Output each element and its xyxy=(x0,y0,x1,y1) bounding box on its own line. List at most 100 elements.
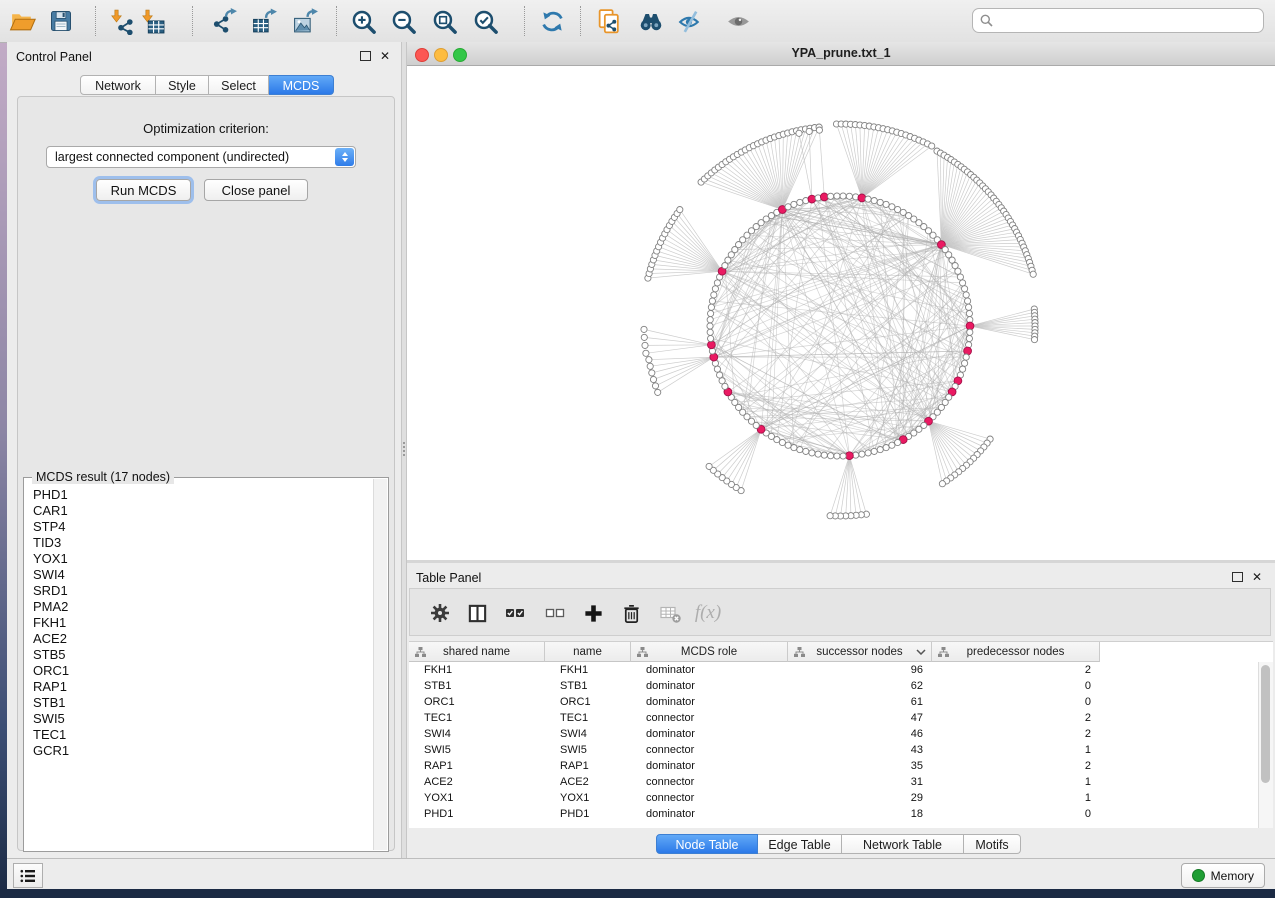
export-image-button[interactable] xyxy=(288,4,322,38)
mcds-result-scrollbar[interactable] xyxy=(373,479,387,850)
table-row[interactable]: RAP1RAP1dominator352 xyxy=(409,758,1100,774)
graph-node[interactable] xyxy=(966,304,972,310)
run-mcds-button[interactable]: Run MCDS xyxy=(96,179,191,201)
refresh-button[interactable] xyxy=(535,4,569,38)
graph-node[interactable] xyxy=(791,445,797,451)
graph-leaf-node[interactable] xyxy=(827,513,833,519)
network-title-bar[interactable]: YPA_prune.txt_1 xyxy=(407,42,1275,66)
export-network-button[interactable] xyxy=(207,4,241,38)
open-file-button[interactable] xyxy=(5,4,39,38)
table-scrollbar[interactable] xyxy=(1258,662,1273,828)
tab-style[interactable]: Style xyxy=(156,75,209,95)
graph-node[interactable] xyxy=(717,372,723,378)
zoom-selected-button[interactable] xyxy=(468,4,502,38)
table-row[interactable]: ACE2ACE2connector311 xyxy=(409,774,1100,790)
close-panel-button[interactable]: Close panel xyxy=(204,179,308,201)
first-neighbors-button[interactable] xyxy=(634,4,668,38)
mcds-result-item[interactable]: PMA2 xyxy=(33,599,374,615)
table-row[interactable]: TEC1TEC1connector472 xyxy=(409,710,1100,726)
graph-leaf-node[interactable] xyxy=(650,376,656,382)
mcds-result-item[interactable]: STP4 xyxy=(33,519,374,535)
graph-node[interactable] xyxy=(840,453,846,459)
graph-node[interactable] xyxy=(821,452,827,458)
graph-leaf-node[interactable] xyxy=(1030,271,1036,277)
graph-node[interactable] xyxy=(960,366,966,372)
graph-node[interactable] xyxy=(828,453,834,459)
mcds-result-item[interactable]: TID3 xyxy=(33,535,374,551)
graph-hub-node[interactable] xyxy=(708,341,716,349)
graph-node[interactable] xyxy=(803,448,809,454)
clone-network-button[interactable] xyxy=(592,4,626,38)
graph-leaf-node[interactable] xyxy=(816,127,822,133)
mcds-result-item[interactable]: SRD1 xyxy=(33,583,374,599)
close-panel-icon[interactable]: ✕ xyxy=(380,51,390,61)
graph-node[interactable] xyxy=(719,378,725,384)
graph-node[interactable] xyxy=(707,323,713,329)
graph-leaf-node[interactable] xyxy=(1031,337,1037,343)
mcds-result-item[interactable]: FKH1 xyxy=(33,615,374,631)
table-settings-button[interactable] xyxy=(425,598,455,628)
import-network-button[interactable] xyxy=(104,4,138,38)
graph-node[interactable] xyxy=(791,201,797,207)
graph-leaf-node[interactable] xyxy=(677,207,683,213)
graph-leaf-node[interactable] xyxy=(939,481,945,487)
mcds-result-item[interactable]: GCR1 xyxy=(33,743,374,759)
graph-node[interactable] xyxy=(871,448,877,454)
graph-hub-node[interactable] xyxy=(966,322,974,330)
graph-node[interactable] xyxy=(846,193,852,199)
hide-selected-button[interactable] xyxy=(673,4,707,38)
graph-node[interactable] xyxy=(889,442,895,448)
graph-leaf-node[interactable] xyxy=(652,383,658,389)
graph-leaf-node[interactable] xyxy=(655,389,661,395)
tab-node-table[interactable]: Node Table xyxy=(656,834,758,854)
graph-node[interactable] xyxy=(785,442,791,448)
graph-node[interactable] xyxy=(965,298,971,304)
network-canvas[interactable] xyxy=(407,66,1275,560)
graph-hub-node[interactable] xyxy=(846,452,854,460)
graph-node[interactable] xyxy=(963,292,969,298)
graph-leaf-node[interactable] xyxy=(706,463,712,469)
graph-node[interactable] xyxy=(708,335,714,341)
graph-leaf-node[interactable] xyxy=(642,342,648,348)
graph-node[interactable] xyxy=(708,310,714,316)
graph-hub-node[interactable] xyxy=(820,193,828,201)
graph-leaf-node[interactable] xyxy=(641,334,647,340)
graph-node[interactable] xyxy=(877,199,883,205)
table-row[interactable]: PHD1PHD1dominator180 xyxy=(409,806,1100,822)
graph-node[interactable] xyxy=(883,201,889,207)
optimization-criterion-select[interactable]: largest connected component (undirected) xyxy=(46,146,356,168)
mcds-result-item[interactable]: PHD1 xyxy=(33,487,374,503)
table-row[interactable]: YOX1YOX1connector291 xyxy=(409,790,1100,806)
graph-node[interactable] xyxy=(883,445,889,451)
search-input[interactable] xyxy=(993,13,1247,29)
graph-node[interactable] xyxy=(714,280,720,286)
graph-node[interactable] xyxy=(865,450,871,456)
mcds-result-item[interactable]: ACE2 xyxy=(33,631,374,647)
mcds-result-item[interactable]: TEC1 xyxy=(33,727,374,743)
zoom-out-button[interactable] xyxy=(386,4,420,38)
search-field[interactable] xyxy=(972,8,1264,33)
graph-node[interactable] xyxy=(712,286,718,292)
graph-node[interactable] xyxy=(962,360,968,366)
graph-node[interactable] xyxy=(709,298,715,304)
column-header-MCDS-role[interactable]: MCDS role xyxy=(631,642,788,662)
graph-node[interactable] xyxy=(711,292,717,298)
graph-hub-node[interactable] xyxy=(710,353,718,361)
graph-leaf-node[interactable] xyxy=(929,143,935,149)
graph-node[interactable] xyxy=(797,447,803,453)
table-row[interactable]: SWI4SWI4dominator462 xyxy=(409,726,1100,742)
graph-node[interactable] xyxy=(967,329,973,335)
zoom-fit-button[interactable] xyxy=(427,4,461,38)
graph-hub-node[interactable] xyxy=(858,194,866,202)
mcds-result-item[interactable]: YOX1 xyxy=(33,551,374,567)
table-row[interactable]: STB1STB1dominator620 xyxy=(409,678,1100,694)
graph-node[interactable] xyxy=(809,450,815,456)
graph-node[interactable] xyxy=(714,366,720,372)
mcds-result-item[interactable]: SWI5 xyxy=(33,711,374,727)
mcds-result-item[interactable]: CAR1 xyxy=(33,503,374,519)
graph-node[interactable] xyxy=(708,304,714,310)
graph-node[interactable] xyxy=(966,310,972,316)
graph-leaf-node[interactable] xyxy=(806,128,812,134)
graph-node[interactable] xyxy=(834,453,840,459)
graph-node[interactable] xyxy=(785,204,791,210)
